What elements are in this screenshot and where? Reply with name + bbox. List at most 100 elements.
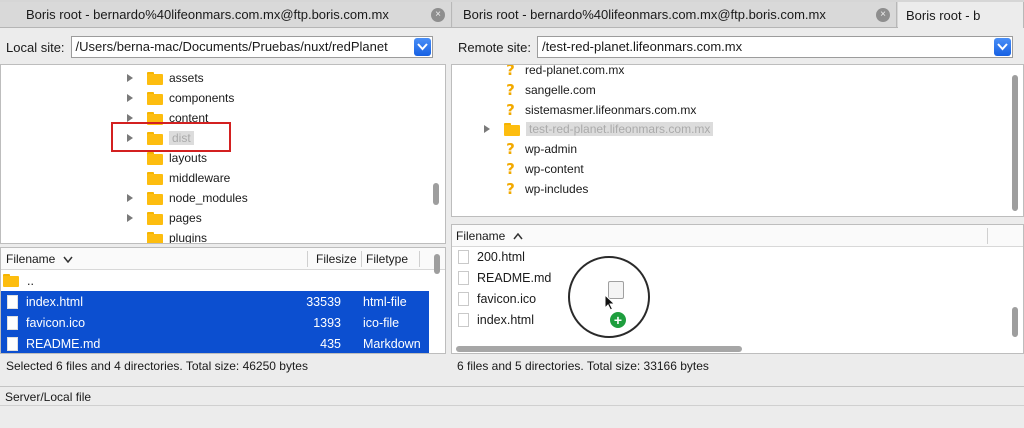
transfer-queue-header: Server/Local file: [0, 386, 1024, 406]
local-site-bar: Local site: /Users/berna-mac/Documents/P…: [6, 32, 442, 62]
question-icon: ?: [506, 160, 515, 178]
column-header-label: Filename: [456, 229, 506, 243]
highlight-box: [111, 122, 231, 152]
expand-arrow-icon[interactable]: [125, 73, 135, 83]
tree-item-label: plugins: [169, 231, 208, 244]
file-size: 33539: [306, 294, 341, 309]
file-name: favicon.ico: [26, 315, 86, 330]
column-header-filesize[interactable]: Filesize: [316, 252, 357, 266]
question-icon: ?: [506, 64, 515, 79]
tree-item-label: sistemasmer.lifeonmars.com.mx: [525, 103, 697, 117]
local-list-header: Filename Filesize Filetype: [1, 248, 445, 270]
remote-tree-item-test-red-planet[interactable]: test-red-planet.lifeonmars.com.mx: [482, 119, 714, 139]
tree-item-label: wp-admin: [525, 142, 578, 156]
table-row[interactable]: README.md: [452, 267, 1023, 288]
folder-icon: [147, 91, 163, 105]
remote-list-scrollbar[interactable]: [1012, 307, 1018, 337]
tab-1[interactable]: Boris root - bernardo%40lifeonmars.com.m…: [0, 2, 452, 27]
file-name: README.md: [26, 336, 101, 351]
question-icon: ?: [506, 81, 515, 99]
expand-arrow-icon[interactable]: [125, 93, 135, 103]
file-type: Markdown: [363, 336, 421, 351]
sort-up-icon: [513, 232, 523, 240]
column-divider: [987, 228, 988, 244]
remote-tree-item-wp-content[interactable]: ? wp-content: [504, 159, 584, 179]
remote-tree-item-sangelle[interactable]: ? sangelle.com: [504, 80, 596, 100]
local-site-path-input[interactable]: /Users/berna-mac/Documents/Pruebas/nuxt/…: [70, 36, 433, 58]
tree-item-node-modules[interactable]: node_modules: [125, 188, 248, 208]
tree-item-label: components: [169, 91, 235, 105]
column-divider: [361, 251, 362, 267]
table-row[interactable]: favicon.ico: [452, 288, 1023, 309]
tab-3-active[interactable]: Boris root - b: [898, 2, 1024, 28]
file-name: README.md: [477, 270, 552, 285]
remote-site-bar: Remote site: /test-red-planet.lifeonmars…: [458, 32, 1018, 62]
tree-item-components[interactable]: components: [125, 88, 234, 108]
file-name: index.html: [477, 312, 534, 327]
local-site-dropdown-button[interactable]: [413, 38, 431, 56]
column-divider: [307, 251, 308, 267]
table-row[interactable]: 200.html: [452, 246, 1023, 267]
folder-icon: [147, 191, 163, 205]
table-row[interactable]: index.html 33539 html-file: [1, 291, 429, 312]
close-icon[interactable]: ×: [876, 7, 890, 22]
remote-directory-tree[interactable]: ? red-planet.com.mx ? sangelle.com ? sis…: [451, 64, 1024, 217]
question-icon: ?: [506, 140, 515, 158]
tree-item-label: sangelle.com: [525, 83, 596, 97]
chevron-down-icon: [997, 43, 1008, 51]
column-header-filename[interactable]: Filename: [456, 229, 523, 243]
file-icon: [458, 312, 469, 327]
column-header-filename[interactable]: Filename: [6, 252, 73, 266]
tree-item-label: node_modules: [169, 191, 248, 205]
file-icon: [7, 336, 18, 351]
cursor-icon: [604, 294, 616, 311]
close-icon[interactable]: ×: [431, 7, 445, 22]
remote-site-path-input[interactable]: /test-red-planet.lifeonmars.com.mx: [536, 36, 1013, 58]
tree-item-label: red-planet.com.mx: [525, 64, 625, 77]
local-list-scrollbar[interactable]: [434, 254, 440, 274]
expand-arrow-icon[interactable]: [125, 193, 135, 203]
local-site-label: Local site:: [6, 39, 65, 55]
table-row[interactable]: index.html: [452, 309, 1023, 330]
tree-item-plugins[interactable]: plugins: [147, 228, 208, 244]
table-row[interactable]: README.md 435 Markdown: [1, 333, 429, 353]
tab-2[interactable]: Boris root - bernardo%40lifeonmars.com.m…: [453, 2, 897, 27]
remote-list-hscrollbar[interactable]: [456, 346, 742, 352]
local-file-list[interactable]: Filename Filesize Filetype .. index.html…: [0, 247, 446, 354]
question-icon: ?: [506, 101, 515, 119]
tree-item-middleware[interactable]: middleware: [147, 168, 230, 188]
remote-tree-item-red-planet[interactable]: ? red-planet.com.mx: [504, 64, 625, 80]
local-site-path-text: /Users/berna-mac/Documents/Pruebas/nuxt/…: [75, 39, 388, 54]
remote-site-dropdown-button[interactable]: [993, 38, 1011, 56]
expand-arrow-icon[interactable]: [482, 124, 492, 134]
table-row-parent[interactable]: ..: [1, 270, 445, 291]
file-name: favicon.ico: [477, 291, 537, 306]
remote-list-header: Filename: [452, 225, 1023, 247]
folder-icon: [147, 151, 163, 165]
file-icon: [7, 315, 18, 330]
remote-status-text: 6 files and 5 directories. Total size: 3…: [457, 359, 709, 373]
table-row[interactable]: favicon.ico 1393 ico-file: [1, 312, 429, 333]
local-status-text: Selected 6 files and 4 directories. Tota…: [6, 359, 308, 373]
tree-item-pages[interactable]: pages: [125, 208, 202, 228]
file-icon: [458, 291, 469, 306]
file-name: ..: [27, 273, 34, 288]
file-size: 435: [320, 336, 341, 351]
remote-tree-item-wp-includes[interactable]: ? wp-includes: [504, 179, 588, 199]
column-header-filetype[interactable]: Filetype: [366, 252, 408, 266]
local-directory-tree[interactable]: assets components content dist layouts m…: [0, 64, 446, 244]
remote-tree-scrollbar[interactable]: [1012, 75, 1018, 211]
remote-file-list[interactable]: Filename 200.html README.md favicon.ico …: [451, 224, 1024, 354]
remote-tree-item-wp-admin[interactable]: ? wp-admin: [504, 139, 577, 159]
ftp-client-window: Boris root - bernardo%40lifeonmars.com.m…: [0, 0, 1024, 428]
folder-icon: [3, 274, 19, 287]
remote-site-label: Remote site:: [458, 39, 531, 55]
file-size: 1393: [313, 315, 341, 330]
expand-arrow-icon[interactable]: [125, 213, 135, 223]
file-icon: [458, 249, 469, 264]
chevron-down-icon: [416, 43, 428, 51]
tab-label: Boris root - bernardo%40lifeonmars.com.m…: [463, 7, 826, 22]
tree-item-assets[interactable]: assets: [125, 68, 204, 88]
local-tree-scrollbar[interactable]: [433, 183, 439, 205]
remote-tree-item-sistemasmer[interactable]: ? sistemasmer.lifeonmars.com.mx: [504, 100, 696, 120]
